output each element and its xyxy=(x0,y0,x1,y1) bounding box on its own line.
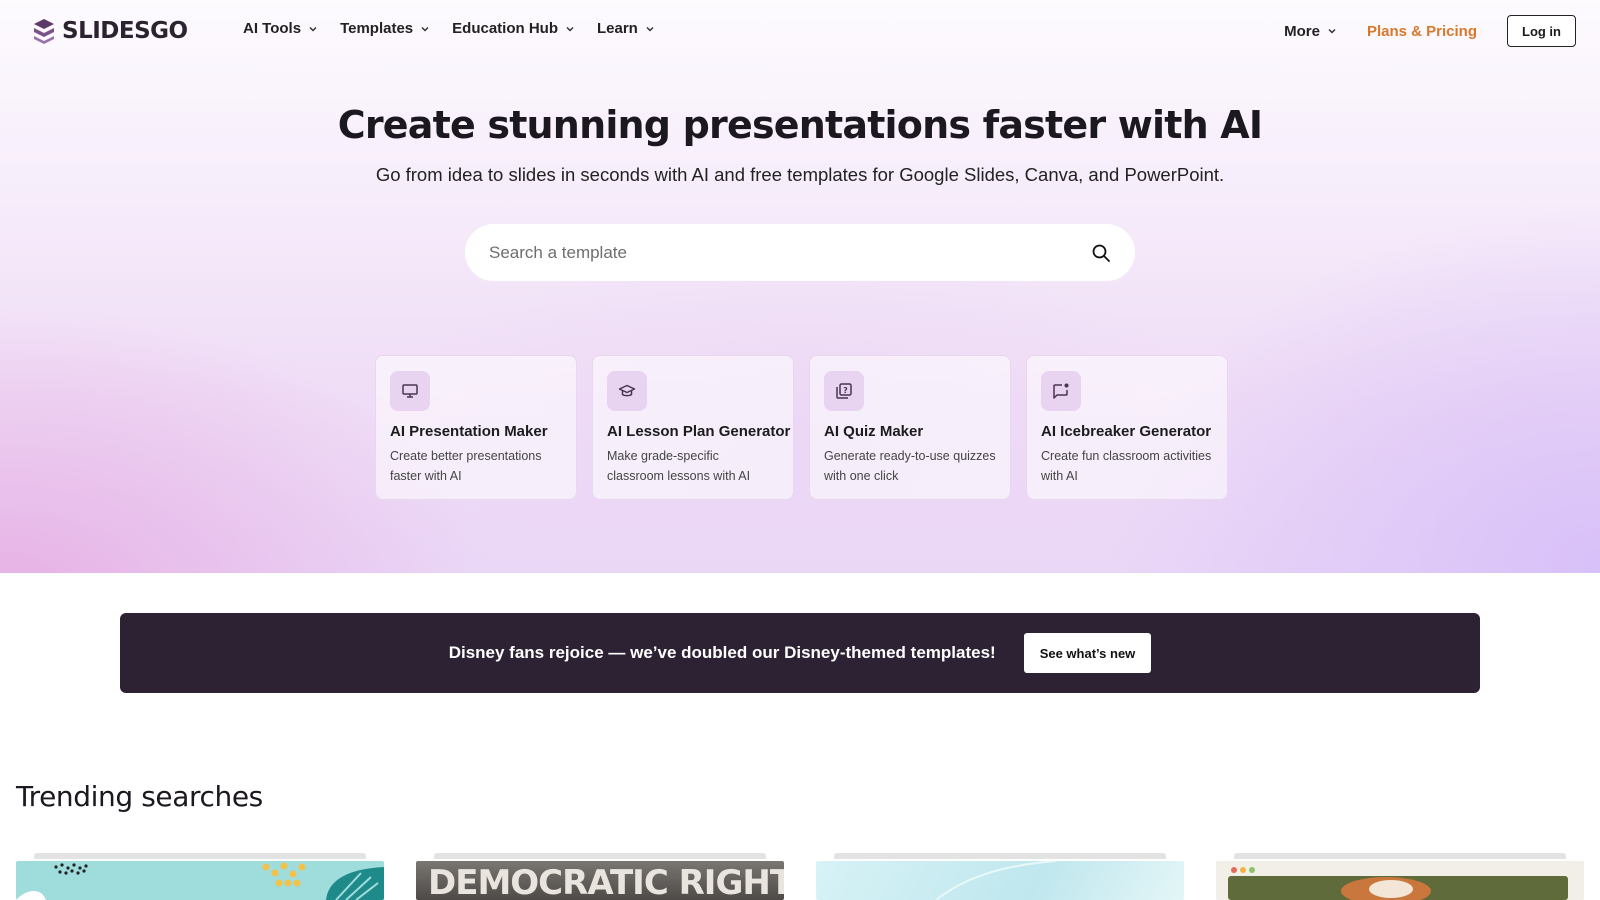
thumbnail-stack xyxy=(1234,853,1566,859)
thumbnail-image xyxy=(816,861,1184,900)
search-input[interactable] xyxy=(489,242,1091,263)
banner-text: Disney fans rejoice — we’ve doubled our … xyxy=(448,643,996,662)
main-nav: AI Tools Templates Education Hub Learn xyxy=(243,20,655,37)
thumbnail-illustration xyxy=(935,861,1057,900)
search-icon[interactable] xyxy=(1091,243,1111,263)
card-description: Create better presentations faster with … xyxy=(390,449,542,483)
thumbnail-stack xyxy=(34,853,366,859)
nav-label: AI Tools xyxy=(243,20,302,37)
brand-name: SLIDESGO xyxy=(62,18,188,44)
card-title: AI Presentation Maker xyxy=(390,423,548,440)
chevron-down-icon xyxy=(1328,28,1336,34)
card-ai-quiz-maker[interactable]: ? AI Quiz Maker Generate ready-to-use qu… xyxy=(809,355,1011,500)
nav-ai-tools[interactable]: AI Tools xyxy=(243,20,318,37)
thumbnail-title: DEMOCRATIC RIGHTS xyxy=(428,863,784,900)
card-ai-lesson-plan-generator[interactable]: AI Lesson Plan Generator Make grade-spec… xyxy=(592,355,794,500)
nav-templates[interactable]: Templates xyxy=(340,20,430,37)
nav-label: Templates xyxy=(340,20,414,37)
trending-searches-title: Trending searches xyxy=(16,780,263,813)
thumbnail-image xyxy=(1216,861,1584,900)
plans-pricing-link[interactable]: Plans & Pricing xyxy=(1367,23,1477,40)
card-description: Create fun classroom activities with AI xyxy=(1041,449,1212,483)
see-whats-new-button[interactable]: See what’s new xyxy=(1023,633,1152,673)
chevron-down-icon xyxy=(566,26,574,32)
monitor-icon xyxy=(390,371,430,411)
chevron-down-icon xyxy=(309,26,317,32)
chat-bubble-icon xyxy=(1041,371,1081,411)
card-ai-icebreaker-generator[interactable]: AI Icebreaker Generator Create fun class… xyxy=(1026,355,1228,500)
card-description: Generate ready-to-use quizzes with one c… xyxy=(824,449,996,483)
nav-more-label: More xyxy=(1284,22,1320,40)
card-title: AI Lesson Plan Generator xyxy=(607,423,791,440)
top-navigation: SLIDESGO AI Tools Templates Education Hu… xyxy=(0,0,1600,62)
hero-title: Create stunning presentations faster wit… xyxy=(337,103,1263,147)
search-bar xyxy=(465,224,1135,281)
slidesgo-logo-icon xyxy=(34,19,54,44)
nav-more[interactable]: More xyxy=(1284,23,1337,40)
trending-thumbnail[interactable] xyxy=(1216,853,1584,900)
nav-label: Learn xyxy=(596,20,638,37)
card-title: AI Quiz Maker xyxy=(824,423,924,440)
thumbnail-stack xyxy=(434,853,766,859)
nav-right: More Plans & Pricing Log in xyxy=(1284,15,1576,47)
trending-thumbnail[interactable] xyxy=(16,853,384,900)
thumbnail-stack xyxy=(834,853,1166,859)
card-ai-presentation-maker[interactable]: AI Presentation Maker Create better pres… xyxy=(375,355,577,500)
quiz-icon: ? xyxy=(824,371,864,411)
card-description: Make grade-specific classroom lessons wi… xyxy=(607,449,751,483)
login-button[interactable]: Log in xyxy=(1507,15,1576,47)
svg-text:?: ? xyxy=(843,386,848,395)
ai-tools-cards: AI Presentation Maker Create better pres… xyxy=(375,355,1228,500)
slidesgo-logo[interactable]: SLIDESGO xyxy=(32,18,188,44)
hero-subtitle: Go from idea to slides in seconds with A… xyxy=(375,164,1225,185)
chevron-down-icon xyxy=(421,26,429,32)
trending-thumbnails: DEMOCRATIC RIGHTS xyxy=(16,853,1600,900)
trending-thumbnail[interactable] xyxy=(816,853,1184,900)
thumbnail-image: DEMOCRATIC RIGHTS xyxy=(416,861,784,900)
trending-thumbnail[interactable]: DEMOCRATIC RIGHTS xyxy=(416,853,784,900)
chevron-down-icon xyxy=(646,26,654,32)
promo-banner: Disney fans rejoice — we’ve doubled our … xyxy=(120,613,1480,693)
thumbnail-illustration xyxy=(16,862,384,900)
nav-learn[interactable]: Learn xyxy=(597,20,655,37)
thumbnail-image xyxy=(16,861,384,900)
thumbnail-illustration xyxy=(1228,867,1568,900)
graduation-cap-icon xyxy=(607,371,647,411)
nav-education-hub[interactable]: Education Hub xyxy=(452,20,575,37)
nav-label: Education Hub xyxy=(452,20,558,37)
card-title: AI Icebreaker Generator xyxy=(1041,423,1212,440)
